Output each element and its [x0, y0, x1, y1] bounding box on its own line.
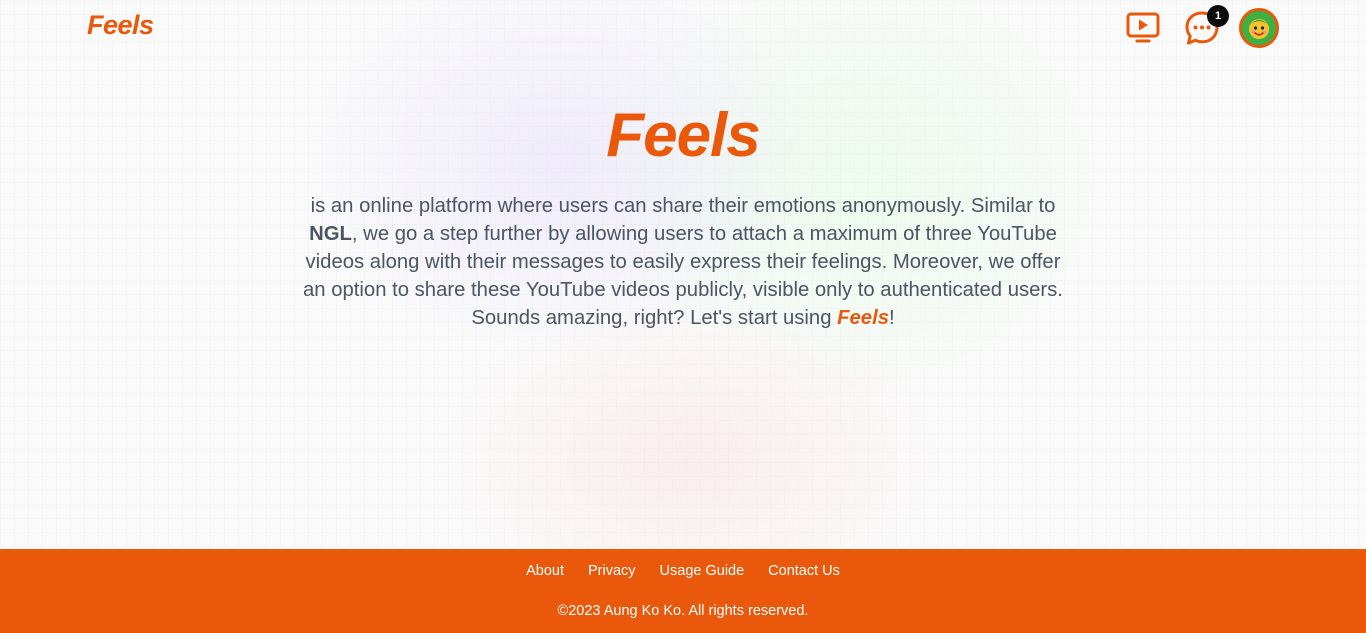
hero-section: Feels is an online platform where users … — [293, 96, 1073, 332]
footer-link-contact-us[interactable]: Contact Us — [768, 562, 840, 580]
hero-title: Feels — [606, 101, 761, 170]
brand-logo[interactable]: Feels — [87, 10, 154, 41]
footer-link-privacy[interactable]: Privacy — [588, 562, 636, 580]
footer-link-about[interactable]: About — [526, 562, 564, 580]
notification-badge: 1 — [1207, 5, 1229, 27]
brand-inline: Feels — [837, 307, 889, 329]
navbar: Feels 1 — [0, 0, 1366, 56]
hero-text-part2: , we go a step further by allowing users… — [303, 223, 1063, 329]
ngl-mention: NGL — [309, 223, 352, 245]
copyright-text: ©2023 Aung Ko Ko. All rights reserved. — [557, 603, 809, 619]
play-screen-icon — [1126, 12, 1160, 43]
hero-text-end: ! — [889, 307, 895, 329]
avatar[interactable] — [1239, 8, 1279, 48]
footer-link-usage-guide[interactable]: Usage Guide — [660, 562, 745, 580]
footer-links: About Privacy Usage Guide Contact Us — [0, 562, 1366, 580]
footer: About Privacy Usage Guide Contact Us ©20… — [0, 549, 1366, 633]
video-button[interactable] — [1124, 9, 1162, 47]
avatar-face-icon — [1242, 11, 1276, 45]
hero-description: is an online platform where users can sh… — [293, 192, 1073, 332]
hero-text-part1: is an online platform where users can sh… — [310, 195, 1056, 217]
